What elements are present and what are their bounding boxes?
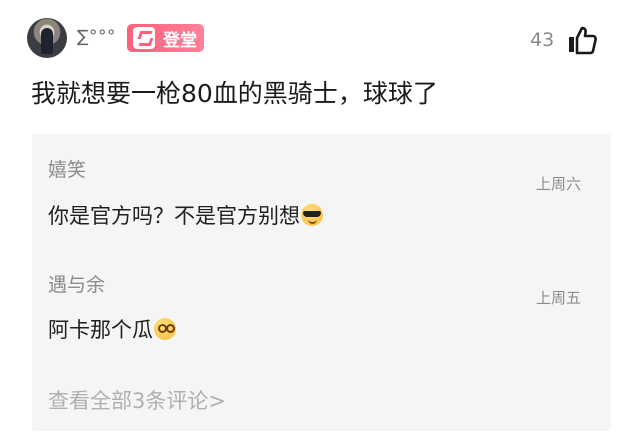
sunglasses-emoji-icon — [301, 204, 323, 226]
username[interactable]: ∑°°° — [77, 27, 116, 47]
comment-body: 阿卡那个瓜 — [48, 318, 153, 342]
post-content: 我就想要一枪80血的黑骑士，球球了 — [31, 79, 438, 108]
comment-time: 上周六 — [535, 175, 581, 193]
level-badge: 登堂 — [127, 24, 204, 52]
view-all-comments-link[interactable]: 查看全部3条评论> — [48, 385, 226, 415]
comment-author[interactable]: 嬉笑 — [48, 155, 86, 182]
comment-time: 上周五 — [535, 289, 581, 307]
comment-text[interactable]: 阿卡那个瓜 — [48, 314, 176, 344]
comment-author[interactable]: 遇与余 — [48, 270, 105, 297]
like-count: 43 — [530, 29, 555, 51]
comment-text[interactable]: 你是官方吗？不是官方别想 — [48, 200, 323, 230]
comments-panel: 嬉笑 上周六 你是官方吗？不是官方别想 遇与余 上周五 阿卡那个瓜 查看全部3条… — [32, 134, 611, 431]
woozy-emoji-icon — [154, 318, 176, 340]
level-badge-icon — [133, 27, 155, 49]
thumbs-up-icon[interactable] — [566, 24, 598, 56]
level-badge-label: 登堂 — [163, 30, 197, 51]
comment-body: 你是官方吗？不是官方别想 — [48, 204, 300, 228]
user-avatar[interactable] — [27, 18, 67, 58]
